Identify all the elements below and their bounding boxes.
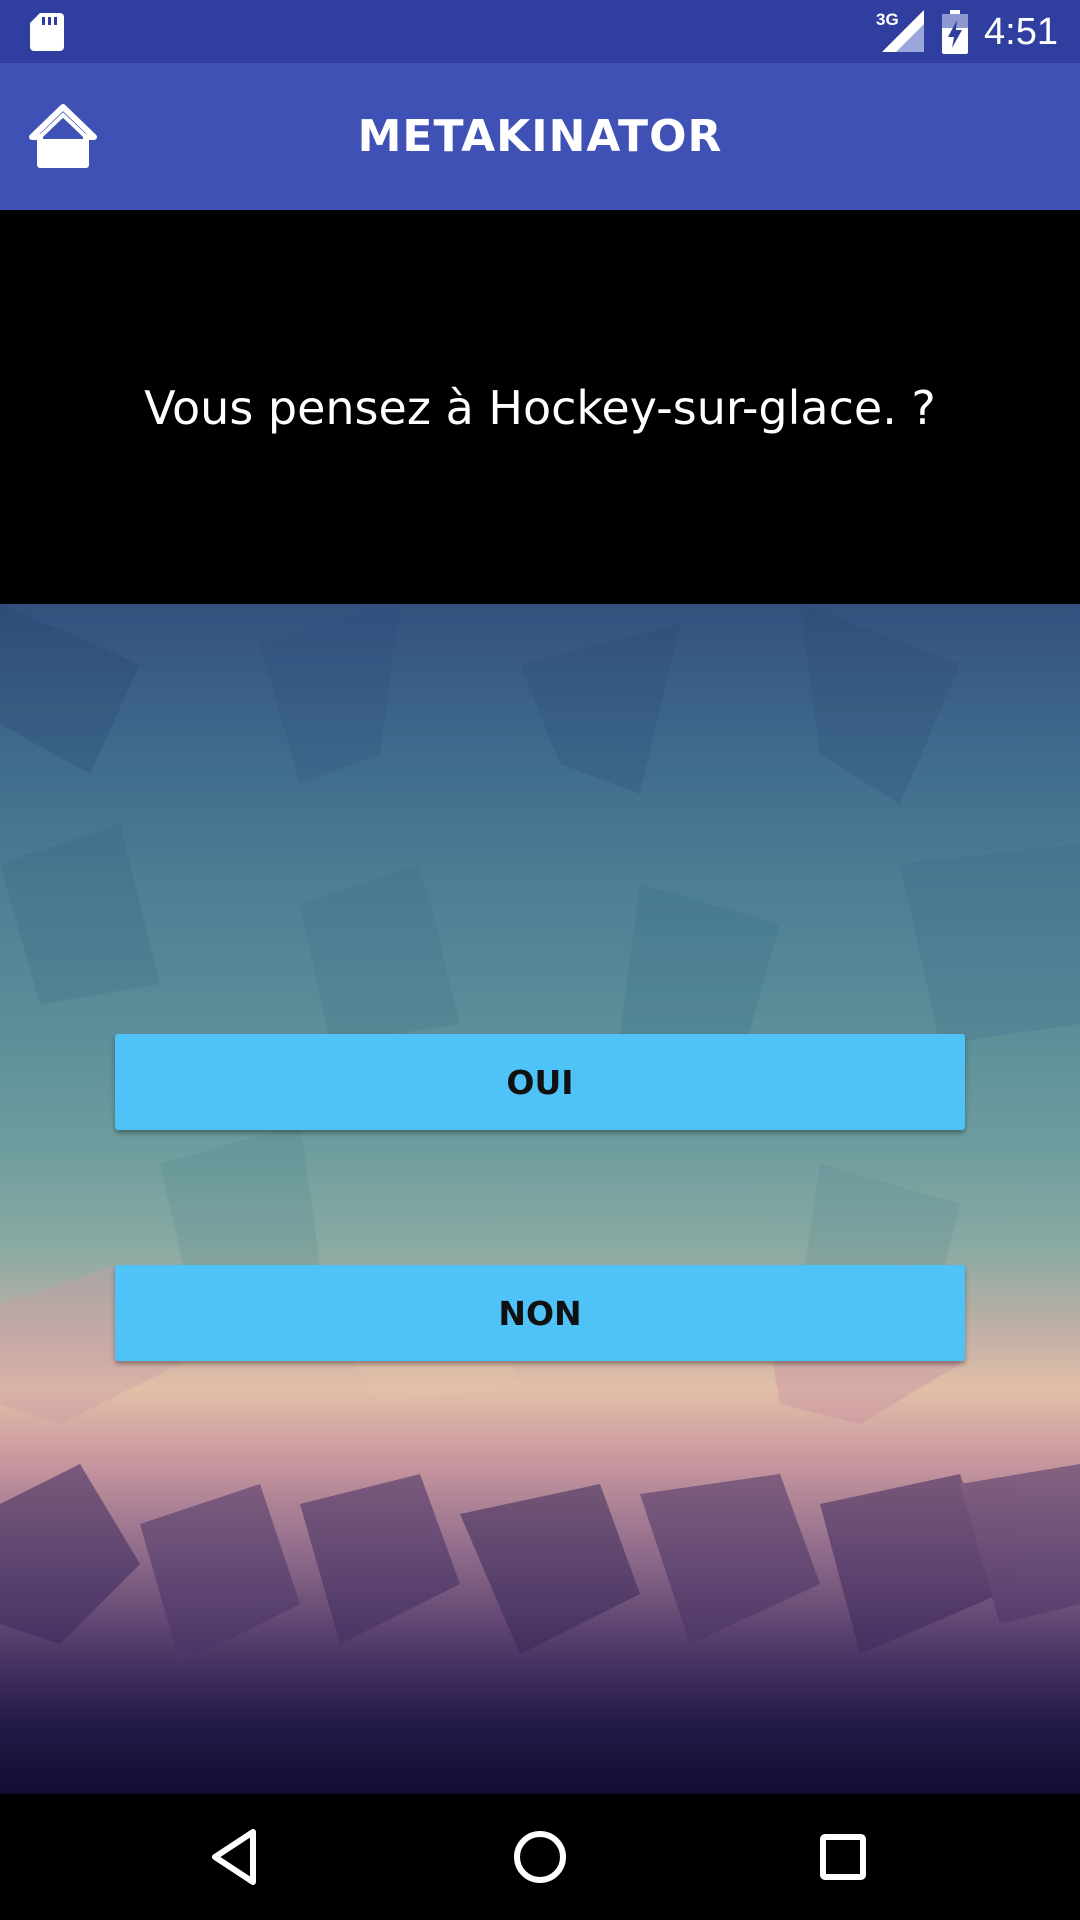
network-type-label: 3G [876, 10, 899, 29]
home-circle-icon[interactable] [507, 1824, 573, 1890]
battery-charging-icon [942, 10, 968, 54]
screen: 3G 4:51 METAKINATOR Vous pensez à Hockey… [0, 0, 1080, 1920]
recents-icon[interactable] [810, 1824, 876, 1890]
polygon-texture [0, 604, 1080, 1664]
polygon-background: OUI NON [0, 604, 1080, 1794]
back-icon[interactable] [203, 1824, 269, 1890]
app-bar: METAKINATOR [0, 63, 1080, 210]
app-title: METAKINATOR [357, 111, 723, 162]
no-button[interactable]: NON [115, 1265, 965, 1361]
status-bar: 3G 4:51 [0, 0, 1080, 63]
clock: 4:51 [984, 11, 1058, 53]
question-panel: Vous pensez à Hockey-sur-glace. ? [0, 210, 1080, 604]
yes-button[interactable]: OUI [115, 1034, 965, 1130]
question-text: Vous pensez à Hockey-sur-glace. ? [144, 381, 936, 435]
navigation-bar [0, 1794, 1080, 1920]
sd-card-icon [30, 13, 64, 51]
